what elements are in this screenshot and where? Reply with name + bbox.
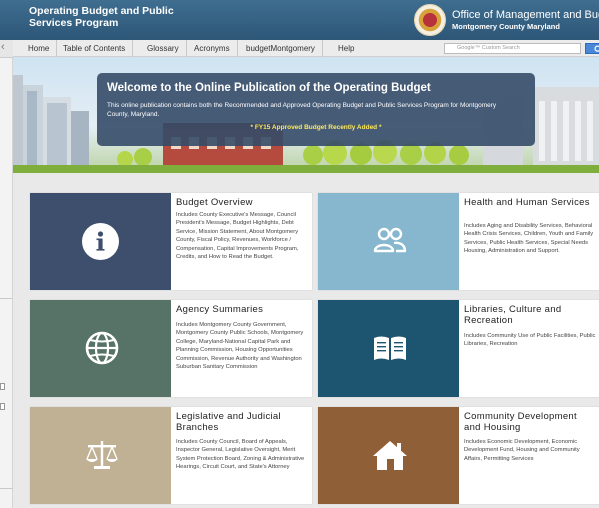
main-nav: Home Table of Contents Glossary Acronyms… xyxy=(13,40,599,57)
nav-home[interactable]: Home xyxy=(21,40,58,57)
house-icon xyxy=(373,441,407,470)
welcome-notice[interactable]: * FY15 Approved Budget Recently Added * xyxy=(107,124,525,131)
card-description: Includes Aging and Disability Services, … xyxy=(464,223,594,255)
card-title[interactable]: Community Development and Housing xyxy=(464,411,596,433)
card-description: Includes County Council, Board of Appeal… xyxy=(176,439,305,471)
nav-table-of-contents[interactable]: Table of Contents xyxy=(56,40,134,57)
background-window-strip: ‹ xyxy=(0,0,13,508)
nav-budget-montgomery[interactable]: budgetMontgomery xyxy=(239,40,323,57)
strip-divider xyxy=(0,488,13,489)
office-name: Office of Management and Budget xyxy=(452,9,599,21)
nav-glossary[interactable]: Glossary xyxy=(140,40,187,57)
card-legislative-judicial[interactable]: Legislative and Judicial Branches Includ… xyxy=(30,407,312,504)
card-health-human-services[interactable]: Health and Human Services Includes Aging… xyxy=(318,193,599,290)
card-tile[interactable] xyxy=(318,193,459,290)
office-subtitle: Montgomery County Maryland xyxy=(452,22,560,31)
card-community-development-housing[interactable]: Community Development and Housing Includ… xyxy=(318,407,599,504)
card-tile[interactable] xyxy=(30,300,171,397)
strip-divider xyxy=(0,298,13,299)
globe-icon xyxy=(85,331,119,365)
card-title[interactable]: Budget Overview xyxy=(176,197,308,208)
search-input[interactable]: Google™ Custom Search xyxy=(444,43,581,54)
search-button[interactable] xyxy=(585,43,599,54)
welcome-panel: Welcome to the Online Publication of the… xyxy=(97,73,535,146)
card-tile[interactable] xyxy=(30,193,171,290)
info-icon xyxy=(82,223,119,260)
card-agency-summaries[interactable]: Agency Summaries Includes Montgomery Cou… xyxy=(30,300,312,397)
card-tile[interactable] xyxy=(318,300,459,397)
card-libraries-culture-recreation[interactable]: Libraries, Culture and Recreation Includ… xyxy=(318,300,599,397)
book-icon xyxy=(374,336,406,360)
site-title[interactable]: Operating Budget and Public Services Pro… xyxy=(29,5,179,29)
office-branding[interactable]: Office of Management and Budget Montgome… xyxy=(452,9,599,33)
card-description: Includes Economic Development, Economic … xyxy=(464,439,580,462)
card-title[interactable]: Health and Human Services xyxy=(464,197,596,208)
hero-banner: Welcome to the Online Publication of the… xyxy=(13,57,599,173)
nav-acronyms[interactable]: Acronyms xyxy=(187,40,238,57)
scales-icon xyxy=(86,441,118,469)
card-tile[interactable] xyxy=(318,407,459,504)
card-description: Includes Community Use of Public Facilit… xyxy=(464,333,596,348)
nav-help[interactable]: Help xyxy=(331,40,361,57)
card-description: Includes County Executive's Message, Cou… xyxy=(176,212,299,261)
welcome-paragraph: This online publication contains both th… xyxy=(107,102,497,118)
card-budget-overview[interactable]: Budget Overview Includes County Executiv… xyxy=(30,193,312,290)
chevron-left-icon: ‹ xyxy=(1,41,5,53)
strip-checkbox xyxy=(0,403,5,410)
card-title[interactable]: Agency Summaries xyxy=(176,304,308,315)
strip-checkbox xyxy=(0,383,5,390)
card-tile[interactable] xyxy=(30,407,171,504)
people-icon xyxy=(373,227,407,253)
card-title[interactable]: Libraries, Culture and Recreation xyxy=(464,304,596,326)
search-icon xyxy=(594,45,599,52)
card-title[interactable]: Legislative and Judicial Branches xyxy=(176,411,308,433)
site-header: Operating Budget and Public Services Pro… xyxy=(0,0,599,40)
county-seal-logo[interactable] xyxy=(414,4,446,36)
welcome-heading: Welcome to the Online Publication of the… xyxy=(107,82,431,94)
card-description: Includes Montgomery County Government, M… xyxy=(176,322,304,371)
